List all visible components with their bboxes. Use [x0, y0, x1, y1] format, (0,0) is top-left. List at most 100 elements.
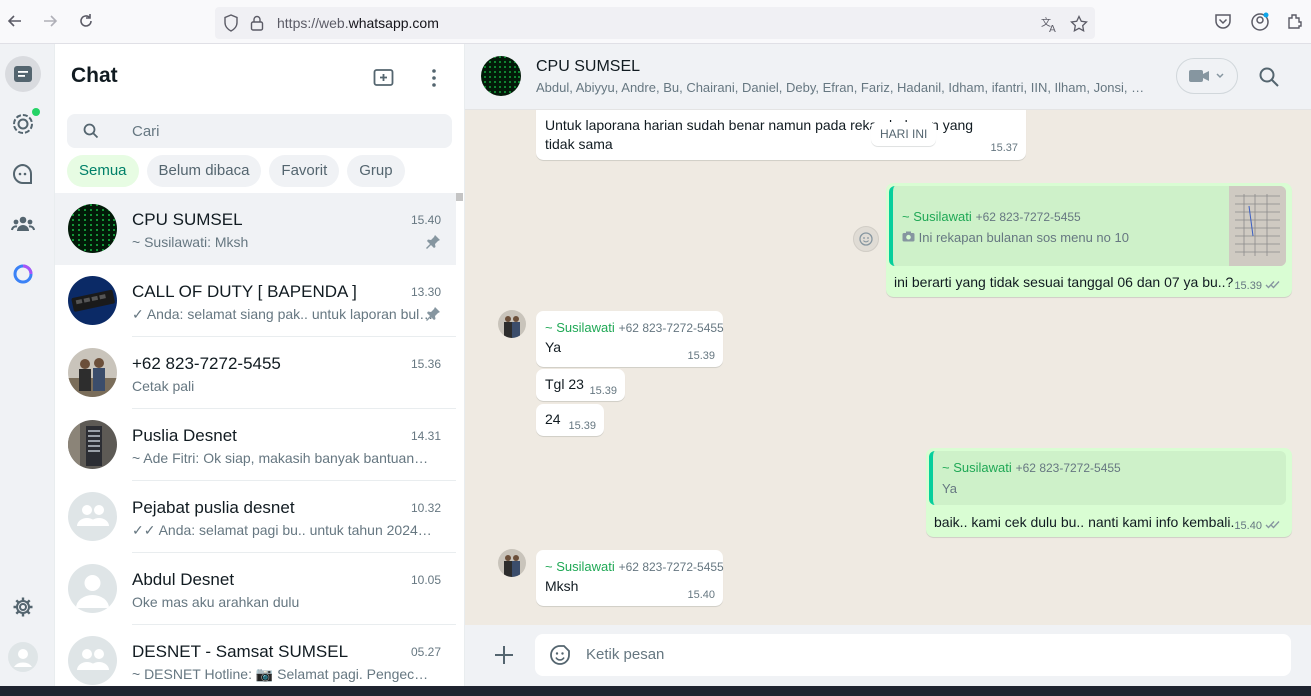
channels-icon[interactable]	[7, 158, 39, 190]
quoted-text: Ini rekapan bulanan sos menu no 10	[918, 230, 1129, 245]
quoted-message[interactable]: ~ Susilawati +62 823-7272-5455 Ya	[929, 451, 1286, 505]
sticker-emoji-icon[interactable]	[549, 644, 571, 666]
filter-unread[interactable]: Belum dibaca	[146, 155, 262, 187]
message-meta: 15.39	[1234, 280, 1280, 292]
message-bubble-outgoing[interactable]: ~ Susilawati +62 823-7272-5455 Ini rekap…	[886, 183, 1292, 297]
search-input[interactable]: Cari	[67, 114, 452, 148]
quoted-phone: +62 823-7272-5455	[1015, 461, 1121, 475]
chat-time: 15.36	[410, 357, 441, 371]
star-icon[interactable]	[1070, 14, 1088, 33]
group-avatar[interactable]	[481, 56, 521, 96]
chat-time: 10.05	[410, 573, 441, 587]
message-bubble-outgoing[interactable]: ~ Susilawati +62 823-7272-5455 Ya baik..…	[926, 448, 1292, 537]
settings-icon[interactable]	[7, 591, 39, 623]
pocket-icon[interactable]	[1213, 12, 1233, 32]
message-text: ini berarti yang tidak sesuai tanggal 06…	[894, 274, 1234, 290]
message-text: Tgl 23	[545, 376, 584, 392]
sender-avatar[interactable]	[498, 549, 526, 577]
message-bubble[interactable]: 24 15.39	[536, 404, 604, 436]
message-list[interactable]: Untuk laporana harian sudah benar namun …	[465, 110, 1311, 625]
extensions-icon[interactable]	[1285, 12, 1305, 32]
account-icon[interactable]	[1250, 12, 1270, 32]
url-text[interactable]: https://web.whatsapp.com	[277, 15, 439, 31]
sender-avatar[interactable]	[498, 310, 526, 338]
message-bubble[interactable]: ~ Susilawati +62 823-7272-5455 Mksh 15.4…	[536, 550, 724, 606]
sender-phone: +62 823-7272-5455	[618, 560, 724, 574]
address-bar[interactable]: https://web.whatsapp.com 文A	[215, 7, 1095, 39]
os-taskbar	[0, 686, 1311, 696]
sender-phone: +62 823-7272-5455	[618, 321, 724, 335]
forward-icon[interactable]	[40, 12, 60, 32]
message-composer: Ketik pesan	[465, 625, 1311, 686]
lock-icon[interactable]	[249, 14, 267, 32]
message-meta: 15.40	[1234, 520, 1280, 532]
scrollbar[interactable]	[456, 193, 463, 201]
chats-icon[interactable]	[5, 56, 41, 92]
message-text: baik.. kami cek dulu bu.. nanti kami inf…	[934, 514, 1235, 530]
quoted-phone: +62 823-7272-5455	[975, 210, 1081, 224]
new-chat-icon[interactable]	[372, 66, 396, 90]
message-text: 24	[545, 411, 561, 427]
message-bubble[interactable]: Untuk laporana harian sudah benar namun …	[536, 110, 1026, 160]
message-input[interactable]: Ketik pesan	[535, 634, 1291, 676]
conversation-panel: CPU SUMSEL Abdul, Abiyyu, Andre, Bu, Cha…	[465, 44, 1311, 686]
search-placeholder: Cari	[132, 123, 160, 140]
chat-time: 15.40	[410, 213, 441, 227]
chat-row[interactable]: CPU SUMSEL 15.40 ~ Susilawati: Mksh	[55, 193, 456, 265]
quoted-text: Ya	[942, 481, 957, 496]
communities-icon[interactable]	[7, 208, 39, 240]
chat-time: 14.31	[410, 429, 441, 443]
meta-ai-icon[interactable]	[7, 258, 39, 290]
browser-toolbar: https://web.whatsapp.com 文A	[0, 0, 1311, 44]
camera-icon	[902, 230, 915, 245]
shield-icon[interactable]	[223, 14, 241, 32]
chat-list-panel: Chat Cari Semua Belum dibaca Favorit Gru…	[55, 44, 465, 686]
back-icon[interactable]	[5, 12, 25, 32]
video-call-button[interactable]	[1176, 58, 1238, 94]
chat-row[interactable]: Pejabat puslia desnet 10.32 ✓✓ Anda: sel…	[55, 481, 456, 553]
chat-row[interactable]: CALL OF DUTY [ BAPENDA ] 13.30 ✓ Anda: s…	[55, 265, 456, 337]
message-time: 15.39	[589, 385, 617, 397]
chat-row[interactable]: Puslia Desnet 14.31 ~ Ade Fitri: Ok siap…	[55, 409, 456, 481]
message-sender[interactable]: ~ Susilawati	[545, 320, 615, 335]
chat-time: 13.30	[410, 285, 441, 299]
avatar	[68, 420, 117, 469]
read-ticks-icon	[1265, 280, 1280, 292]
message-bubble[interactable]: Tgl 23 15.39	[536, 369, 625, 401]
avatar	[68, 636, 117, 685]
chat-row[interactable]: +62 823-7272-5455 15.36 Cetak pali	[55, 337, 456, 409]
message-sender[interactable]: ~ Susilawati	[545, 559, 615, 574]
conversation-title: CPU SUMSEL	[536, 58, 641, 75]
date-separator: HARI INI	[871, 122, 937, 146]
menu-icon[interactable]	[422, 66, 446, 90]
quoted-sender: ~ Susilawati	[902, 209, 972, 224]
message-bubble[interactable]: ~ Susilawati +62 823-7272-5455 Ya 15.39	[536, 311, 724, 367]
filter-favorites[interactable]: Favorit	[269, 155, 340, 187]
chat-rows: CPU SUMSEL 15.40 ~ Susilawati: Mksh CALL…	[55, 193, 456, 686]
filter-all[interactable]: Semua	[67, 155, 139, 187]
pin-icon	[425, 234, 441, 250]
message-input-placeholder: Ketik pesan	[586, 646, 665, 663]
message-time: 15.40	[687, 589, 715, 601]
chat-preview: ✓ Anda: selamat siang pak.. untuk lapora…	[132, 306, 435, 322]
chat-preview: ~ DESNET Hotline: 📷 Selamat pagi. Pengec…	[132, 666, 435, 682]
reload-icon[interactable]	[76, 12, 96, 32]
quoted-image-thumbnail	[1229, 186, 1286, 266]
chat-row[interactable]: Abdul Desnet 10.05 Oke mas aku arahkan d…	[55, 553, 456, 625]
chat-name: DESNET - Samsat SUMSEL	[132, 642, 349, 661]
quoted-message[interactable]: ~ Susilawati +62 823-7272-5455 Ini rekap…	[889, 186, 1286, 266]
translate-icon[interactable]: 文A	[1041, 15, 1059, 35]
chat-time: 05.27	[410, 645, 441, 659]
conversation-header[interactable]: CPU SUMSEL Abdul, Abiyyu, Andre, Bu, Cha…	[465, 44, 1311, 110]
avatar	[68, 204, 117, 253]
navigation-rail	[0, 44, 55, 686]
profile-icon[interactable]	[7, 641, 39, 673]
filter-groups[interactable]: Grup	[347, 155, 405, 187]
attach-plus-icon[interactable]	[492, 643, 516, 667]
chat-name: CPU SUMSEL	[132, 210, 243, 229]
search-icon[interactable]	[1258, 66, 1280, 88]
chat-row[interactable]: DESNET - Samsat SUMSEL 05.27 ~ DESNET Ho…	[55, 625, 456, 686]
forward-icon[interactable]	[853, 226, 879, 252]
chat-name: Abdul Desnet	[132, 570, 235, 589]
svg-text:A: A	[1049, 24, 1056, 33]
